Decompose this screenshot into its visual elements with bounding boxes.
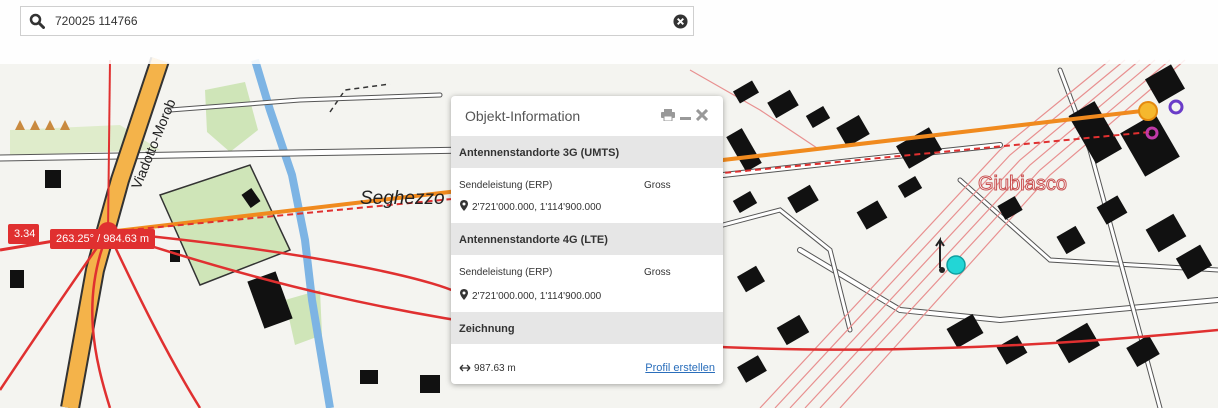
place-label-giubiasco: Giubiasco (978, 173, 1067, 195)
measure-label-left: 3.34 (8, 224, 40, 244)
search-bar[interactable] (20, 6, 694, 36)
object-info-popup: Objekt-Information Antennenstandorte 3G … (451, 96, 723, 384)
location-pin-icon (460, 289, 468, 300)
close-icon[interactable] (696, 109, 708, 121)
section-heading-4g: Antennenstandorte 4G (LTE) (451, 223, 723, 255)
section-heading-drawing: Zeichnung (451, 312, 723, 344)
distance-arrow-icon (459, 364, 471, 372)
place-label-seghezzone: Seghezzo (360, 188, 445, 209)
field-label: Sendeleistung (ERP) (459, 180, 553, 191)
coordinates: 2'721'000.000, 1'114'900.000 (472, 291, 602, 302)
field-value: Gross (644, 267, 671, 278)
print-icon[interactable] (661, 109, 675, 121)
clear-icon[interactable] (673, 14, 688, 29)
antenna-marker-yellow (1138, 101, 1158, 121)
search-icon[interactable] (29, 13, 45, 29)
measure-label: 263.25° / 984.63 m (50, 229, 156, 249)
field-value: Gross (644, 180, 671, 191)
popup-title: Objekt-Information (465, 108, 581, 124)
distance-value: 987.63 m (474, 363, 516, 374)
coordinates: 2'721'000.000, 1'114'900.000 (472, 202, 602, 213)
section-heading-3g: Antennenstandorte 3G (UMTS) (451, 136, 723, 168)
minimize-icon[interactable] (680, 109, 691, 121)
search-input[interactable] (55, 11, 655, 31)
field-label: Sendeleistung (ERP) (459, 267, 553, 278)
popup-header: Objekt-Information (451, 96, 723, 134)
create-profile-link[interactable]: Profil erstellen (645, 362, 715, 374)
location-marker (946, 255, 966, 275)
location-pin-icon (460, 200, 468, 211)
